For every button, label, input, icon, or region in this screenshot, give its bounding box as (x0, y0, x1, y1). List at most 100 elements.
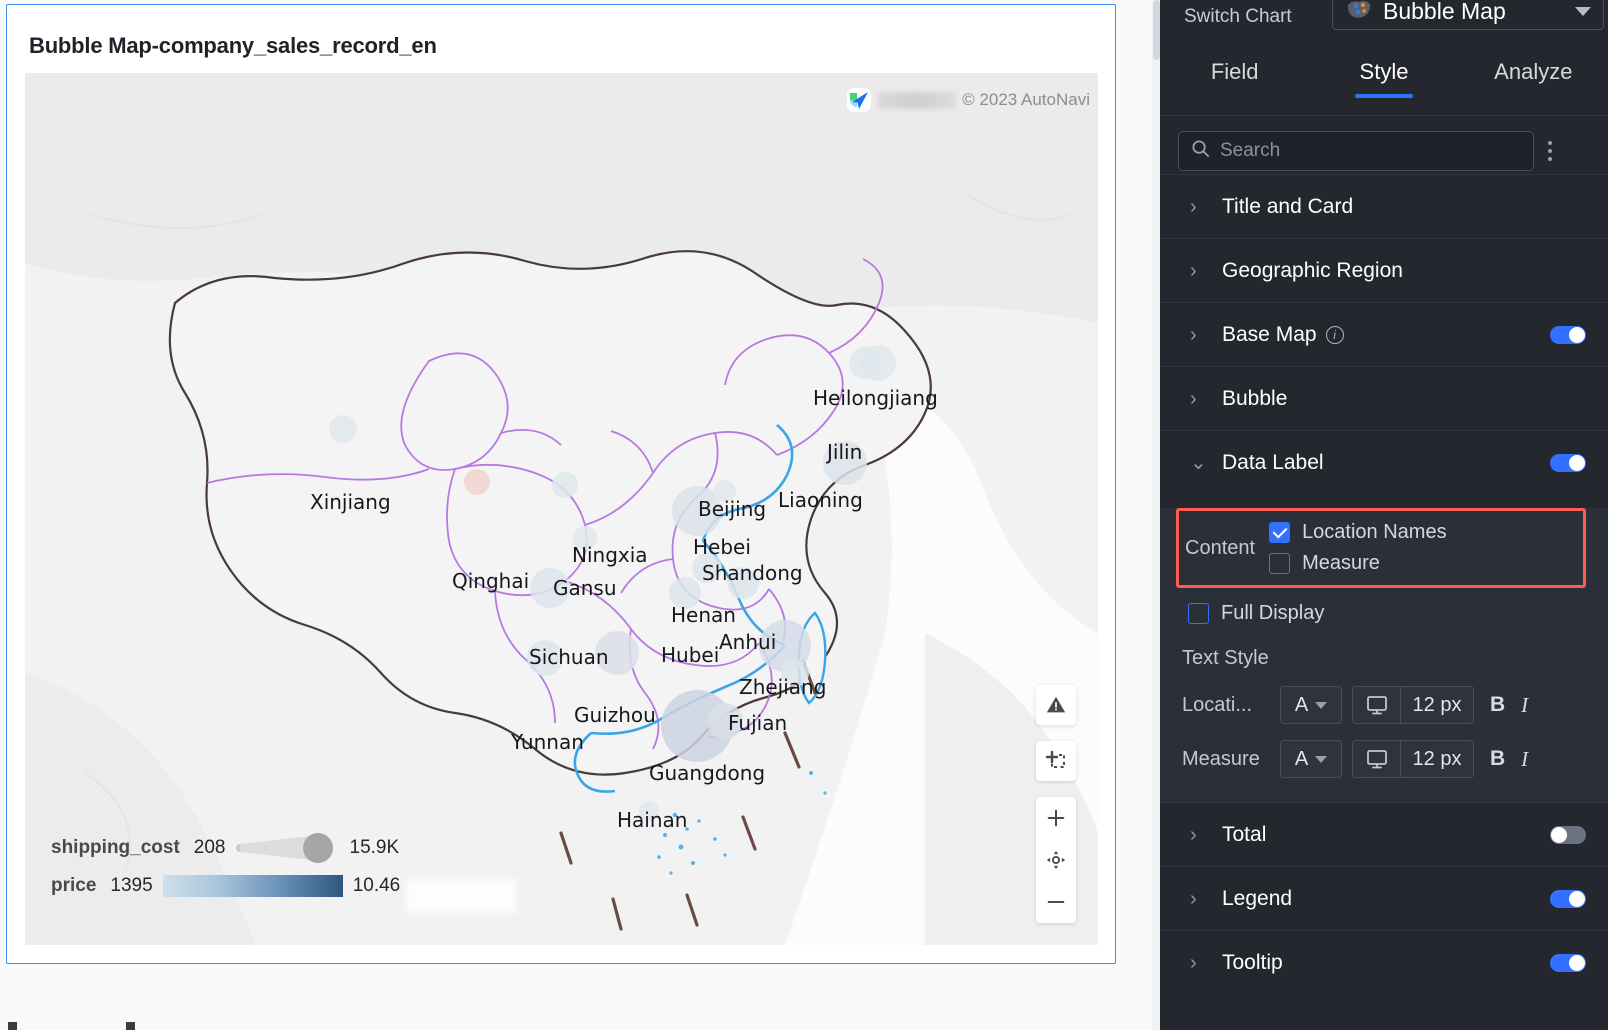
bubble-xinjiang[interactable] (329, 415, 357, 443)
zoom-out-icon[interactable] (1036, 881, 1076, 923)
map-attribution: © 2023 AutoNavi (846, 87, 1090, 113)
checkbox-measure-box[interactable] (1269, 553, 1291, 574)
section-total[interactable]: › Total (1160, 802, 1608, 866)
italic-button-measure[interactable]: I (1521, 747, 1528, 772)
province-label-heilongjiang: Heilongjiang (813, 386, 938, 410)
data-label-toggle[interactable] (1550, 453, 1586, 472)
checkbox-full-display-box[interactable] (1188, 603, 1209, 624)
legend-color-row: price 1395 10.46 (51, 875, 400, 897)
checkbox-location-names-box[interactable] (1269, 522, 1291, 543)
font-family-select-measure[interactable]: A (1280, 740, 1342, 778)
font-glyph: A (1294, 693, 1309, 716)
section-title-and-card[interactable]: › Title and Card (1160, 174, 1608, 238)
tab-analyze[interactable]: Analyze (1459, 42, 1608, 102)
total-toggle[interactable] (1550, 825, 1586, 844)
section-tooltip[interactable]: › Tooltip (1160, 930, 1608, 994)
more-options-icon[interactable] (1548, 141, 1552, 161)
section-legend[interactable]: › Legend (1160, 866, 1608, 930)
search-input[interactable] (1220, 140, 1521, 162)
panel-scrollbar[interactable] (1152, 0, 1160, 1030)
bubble-gansu[interactable] (552, 472, 578, 498)
tooltip-toggle[interactable] (1550, 953, 1586, 972)
warning-icon[interactable] (1036, 685, 1076, 725)
attribution-text: © 2023 AutoNavi (962, 90, 1090, 109)
chevron-down-icon: ⌄ (1190, 451, 1207, 474)
checkbox-measure[interactable]: Measure (1269, 552, 1447, 575)
search-box[interactable] (1178, 131, 1534, 171)
panel-tabs[interactable]: Field Style Analyze (1160, 42, 1608, 102)
legend-color-max: 10.46 (352, 875, 401, 896)
province-label-henan: Henan (671, 603, 736, 627)
province-label-qinghai: Qinghai (452, 569, 530, 593)
checkbox-measure-label: Measure (1302, 552, 1380, 574)
base-map-toggle[interactable] (1550, 325, 1586, 344)
legend-toggle[interactable] (1550, 889, 1586, 908)
section-geographic-region[interactable]: › Geographic Region (1160, 238, 1608, 302)
section-data-label[interactable]: ⌄ Data Label (1160, 430, 1608, 494)
bottom-marker-right (126, 1022, 135, 1030)
bubble-map[interactable]: Xinjiang Qinghai Gansu Ningxia Sichuan Yunnan… (25, 73, 1098, 945)
bold-button-measure[interactable]: B (1490, 747, 1505, 771)
legend-size-row: shipping_cost 208 15.9K (51, 833, 400, 863)
section-label: Bubble (1222, 386, 1288, 410)
province-label-hubei: Hubei (661, 643, 720, 667)
bubble-qinghai[interactable] (464, 469, 490, 495)
chart-title: Bubble Map-company_sales_record_en (29, 33, 437, 58)
province-label-guangdong: Guangdong (649, 761, 766, 785)
province-label-anhui: Anhui (719, 630, 777, 654)
screen-icon[interactable] (1353, 687, 1401, 723)
font-size-value-location[interactable]: 12 px (1401, 687, 1473, 723)
select-area-icon[interactable] (1036, 741, 1076, 781)
bold-button-location[interactable]: B (1490, 693, 1505, 717)
province-label-xinjiang: Xinjiang (310, 490, 391, 514)
bottom-marker-left (8, 1022, 17, 1030)
locate-icon[interactable] (1036, 839, 1076, 881)
section-label: Total (1222, 822, 1267, 846)
font-family-select-location[interactable]: A (1280, 686, 1342, 724)
switch-chart-bar: Switch Chart Bubble Map (1160, 0, 1608, 34)
chevron-down-icon[interactable] (1575, 6, 1591, 16)
province-label-guizhou: Guizhou (574, 703, 656, 727)
zoom-controls[interactable] (1036, 797, 1076, 923)
chevron-right-icon: › (1190, 887, 1197, 910)
font-size-group-location[interactable]: 12 px (1352, 686, 1474, 724)
legend-color-min: 1395 (110, 875, 153, 896)
legend-size-min: 208 (193, 837, 226, 858)
province-label-fujian: Fujian (728, 711, 788, 735)
chart-type-name: Bubble Map (1383, 0, 1506, 24)
section-base-map[interactable]: › Base Map i (1160, 302, 1608, 366)
chevron-right-icon: › (1190, 387, 1197, 410)
bubble-heilongjiang[interactable] (860, 345, 896, 381)
autonavi-logo-icon (846, 87, 872, 113)
section-label: Data Label (1222, 450, 1324, 474)
text-style-row-label: Locati... (1182, 693, 1253, 716)
chart-canvas-area: Bubble Map-company_sales_record_en Xinji… (0, 0, 1152, 1030)
checkbox-full-display[interactable]: Full Display (1188, 602, 1608, 625)
canvas-bottom-strip (0, 968, 1152, 1030)
legend-size-ramp (234, 833, 342, 863)
screen-icon[interactable] (1353, 741, 1401, 777)
font-size-group-measure[interactable]: 12 px (1352, 740, 1474, 778)
section-label: Geographic Region (1222, 258, 1403, 282)
chevron-right-icon: › (1190, 951, 1197, 974)
content-highlight-box: Content Location Names Measure (1176, 508, 1586, 588)
legend-size-max: 15.9K (349, 837, 400, 858)
panel-scrollbar-thumb[interactable] (1153, 0, 1160, 60)
tab-field[interactable]: Field (1160, 42, 1309, 102)
tab-style[interactable]: Style (1309, 42, 1458, 102)
checkbox-location-names[interactable]: Location Names (1269, 521, 1447, 544)
chart-card[interactable]: Bubble Map-company_sales_record_en Xinji… (6, 4, 1116, 964)
info-icon[interactable]: i (1325, 325, 1344, 344)
chevron-right-icon: › (1190, 259, 1197, 282)
province-label-gansu: Gansu (553, 576, 617, 600)
zoom-in-icon[interactable] (1036, 797, 1076, 839)
content-label: Content (1185, 536, 1256, 559)
map-controls[interactable] (1036, 685, 1076, 923)
section-bubble[interactable]: › Bubble (1160, 366, 1608, 430)
italic-button-location[interactable]: I (1521, 693, 1528, 718)
font-size-value-measure[interactable]: 12 px (1401, 741, 1473, 777)
attribution-blurred-text (878, 91, 957, 109)
checkbox-full-display-label: Full Display (1221, 602, 1325, 624)
province-label-ningxia: Ningxia (572, 543, 648, 567)
chart-type-dropdown[interactable]: Bubble Map (1332, 0, 1604, 30)
